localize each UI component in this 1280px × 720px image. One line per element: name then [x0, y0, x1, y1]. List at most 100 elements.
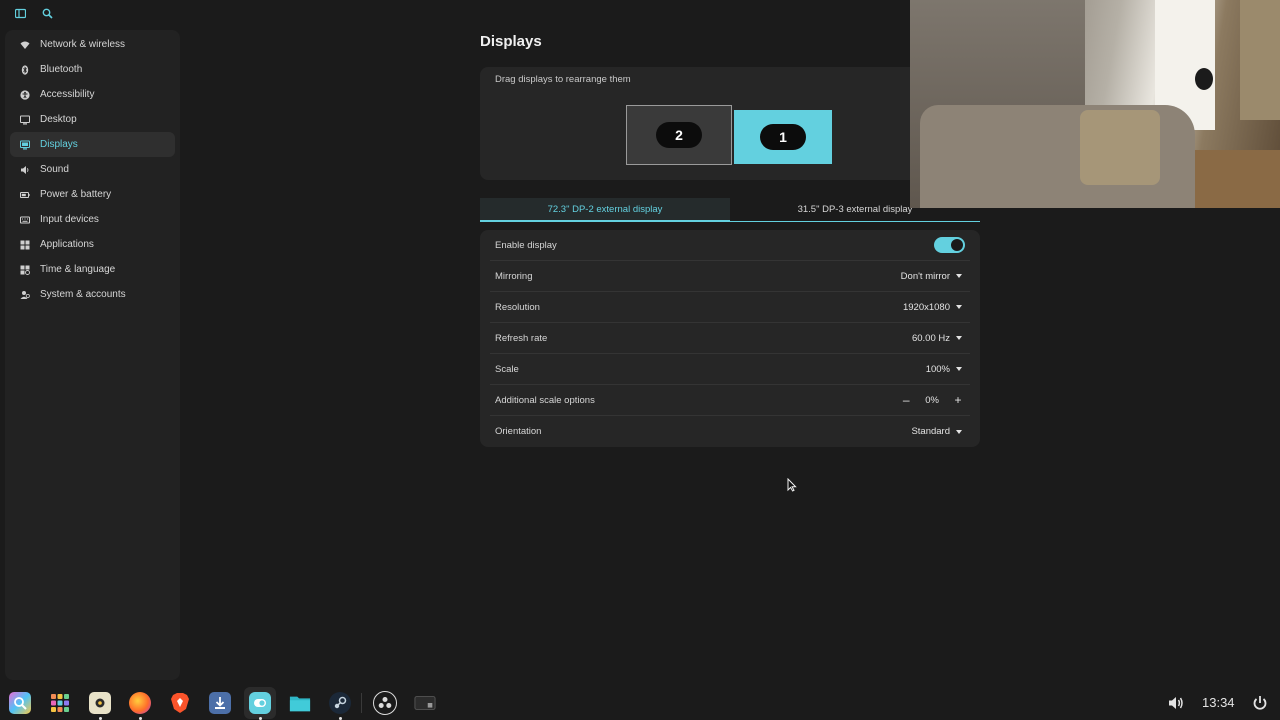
sidebar-item-label: Accessibility	[40, 89, 95, 100]
mirroring-dropdown[interactable]: Don't mirror	[901, 271, 965, 282]
refresh-rate-row: Refresh rate 60.00 Hz	[490, 323, 970, 354]
brave-icon[interactable]	[169, 692, 191, 714]
sidebar: Network & wireless Bluetooth Accessibili…	[5, 30, 180, 680]
clock-icon	[20, 265, 30, 275]
scale-dropdown[interactable]: 100%	[926, 364, 965, 375]
scale-row: Scale 100%	[490, 354, 970, 385]
row-label: Resolution	[495, 301, 540, 313]
sidebar-item-label: Power & battery	[40, 189, 112, 200]
dropdown-value: 100%	[925, 363, 950, 375]
sidebar-item-accessibility[interactable]: Accessibility	[10, 82, 175, 107]
increase-scale-button[interactable]: +	[953, 393, 963, 407]
row-label: Refresh rate	[495, 332, 548, 344]
sidebar-item-label: Network & wireless	[40, 39, 126, 50]
row-label: Mirroring	[495, 270, 533, 282]
taskbar-divider	[361, 693, 362, 713]
sidebar-item-bluetooth[interactable]: Bluetooth	[10, 57, 175, 82]
additional-scale-value: 0%	[925, 394, 939, 406]
dropdown-value: Don't mirror	[900, 270, 950, 282]
dropdown-value: 60.00 Hz	[911, 332, 950, 344]
display-arrangement-panel: Drag displays to rearrange them 2 1	[480, 67, 980, 180]
page-title: Displays	[480, 33, 542, 50]
dropdown-value: 1920x1080	[902, 301, 950, 313]
sidebar-item-desktop[interactable]: Desktop	[10, 107, 175, 132]
mouse-cursor-icon	[787, 477, 797, 492]
chevron-down-icon	[956, 274, 962, 278]
clock[interactable]: 13:34	[1202, 695, 1235, 710]
enable-display-row: Enable display	[490, 230, 970, 261]
tab-dp-2[interactable]: 72.3" DP-2 external display	[480, 198, 730, 222]
firefox-icon[interactable]	[129, 692, 151, 714]
sidebar-item-label: Applications	[40, 239, 94, 250]
additional-scale-row: Additional scale options – 0% +	[490, 385, 970, 416]
downloader-icon[interactable]	[209, 692, 231, 714]
display-number-badge: 1	[760, 124, 806, 150]
orientation-row: Orientation Standard	[490, 416, 970, 447]
enable-display-toggle[interactable]	[934, 237, 965, 253]
display-settings-list: Enable display Mirroring Don't mirror Re…	[480, 230, 980, 447]
mirroring-row: Mirroring Don't mirror	[490, 261, 970, 292]
sidebar-item-input-devices[interactable]: Input devices	[10, 207, 175, 232]
dropdown-value: Standard	[911, 426, 950, 437]
battery-icon	[20, 190, 30, 200]
chevron-down-icon	[956, 367, 962, 371]
sidebar-item-displays[interactable]: Displays	[10, 132, 175, 157]
row-label: Additional scale options	[495, 394, 595, 406]
chevron-down-icon	[956, 429, 962, 434]
sidebar-toggle-icon[interactable]	[13, 8, 27, 22]
webcam-floor	[1190, 150, 1280, 208]
bluetooth-icon	[20, 64, 30, 75]
toggle-knob	[951, 239, 963, 251]
resolution-dropdown[interactable]: 1920x1080	[903, 302, 965, 313]
webcam-shelf	[1240, 0, 1280, 120]
sidebar-item-sound[interactable]: Sound	[10, 157, 175, 182]
sidebar-item-label: Displays	[40, 139, 78, 150]
power-icon[interactable]	[1251, 694, 1269, 712]
row-label: Scale	[495, 363, 519, 375]
store-icon[interactable]	[89, 692, 111, 714]
webcam-cushion	[1080, 110, 1160, 185]
taskbar: 13:34	[0, 686, 1280, 720]
settings-window: Network & wireless Bluetooth Accessibili…	[0, 0, 1280, 720]
display-number-badge: 2	[656, 122, 702, 148]
applications-icon	[20, 240, 30, 250]
display-tabs: 72.3" DP-2 external display 31.5" DP-3 e…	[480, 198, 980, 223]
sidebar-item-system-accounts[interactable]: System & accounts	[10, 282, 175, 307]
terminal-icon[interactable]	[414, 692, 436, 714]
orientation-dropdown[interactable]: Standard	[911, 426, 965, 437]
webcam-overlay	[910, 0, 1280, 208]
app-launcher-icon[interactable]	[9, 692, 31, 714]
search-icon[interactable]	[40, 8, 54, 22]
wifi-icon	[20, 40, 30, 50]
desktop-icon	[20, 115, 30, 125]
sidebar-item-label: Input devices	[40, 214, 99, 225]
settings-app-icon[interactable]	[249, 692, 271, 714]
files-icon[interactable]	[289, 692, 311, 714]
sound-icon	[20, 165, 30, 175]
display-icon	[20, 140, 30, 150]
sidebar-item-applications[interactable]: Applications	[10, 232, 175, 257]
accessibility-icon	[20, 89, 30, 100]
sidebar-item-time-language[interactable]: Time & language	[10, 257, 175, 282]
refresh-rate-dropdown[interactable]: 60.00 Hz	[912, 333, 965, 344]
row-label: Orientation	[495, 426, 542, 437]
sidebar-item-network[interactable]: Network & wireless	[10, 32, 175, 57]
keyboard-icon	[20, 215, 30, 225]
sidebar-item-label: System & accounts	[40, 289, 126, 300]
arrangement-hint: Drag displays to rearrange them	[495, 74, 631, 85]
sidebar-item-power[interactable]: Power & battery	[10, 182, 175, 207]
obs-icon[interactable]	[373, 691, 397, 715]
sidebar-item-label: Time & language	[40, 264, 116, 275]
sidebar-item-label: Sound	[40, 164, 69, 175]
additional-scale-stepper: – 0% +	[901, 393, 965, 407]
display-2-tile[interactable]: 2	[626, 105, 732, 165]
chevron-down-icon	[956, 336, 962, 340]
display-1-tile[interactable]: 1	[734, 110, 832, 164]
steam-icon[interactable]	[329, 692, 351, 714]
decrease-scale-button[interactable]: –	[901, 393, 911, 407]
row-label: Enable display	[495, 239, 557, 251]
webcam-lamp	[1195, 68, 1213, 90]
volume-icon[interactable]	[1167, 694, 1185, 712]
app-grid-icon[interactable]	[49, 692, 71, 714]
resolution-row: Resolution 1920x1080	[490, 292, 970, 323]
